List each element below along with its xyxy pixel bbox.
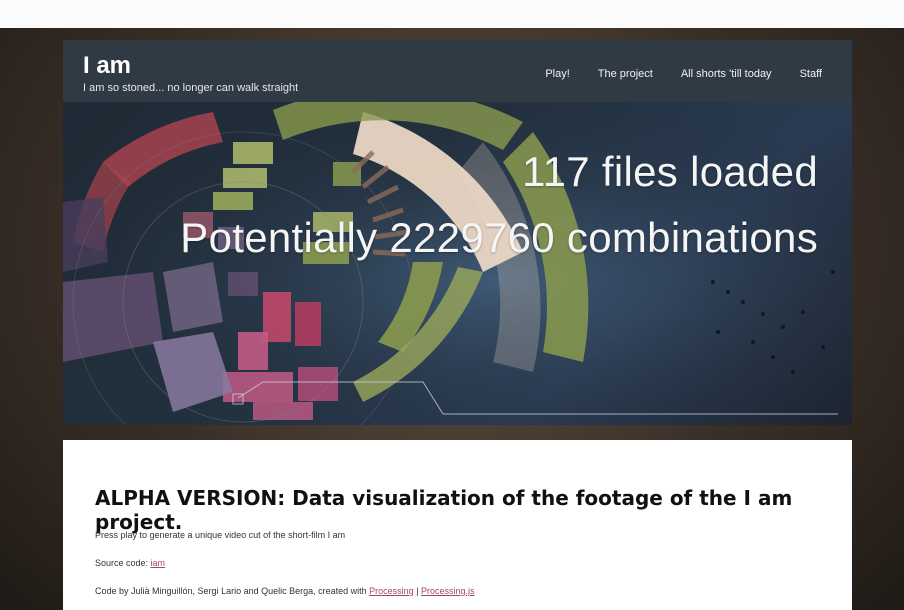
- brand-title[interactable]: I am: [83, 52, 131, 80]
- source-code-label: Source code:: [95, 558, 151, 568]
- credits-line: Code by Julià Minguillón, Sergi Lario an…: [95, 586, 475, 596]
- nav-all-shorts[interactable]: All shorts 'till today: [681, 68, 772, 80]
- nav-the-project[interactable]: The project: [598, 68, 653, 80]
- source-code-line: Source code: iam: [95, 558, 165, 568]
- combinations-text: Potentially 2229760 combinations: [180, 214, 818, 261]
- main-nav: Play! The project All shorts 'till today…: [545, 68, 822, 80]
- credits-text: Code by Julià Minguillón, Sergi Lario an…: [95, 586, 370, 596]
- brand-subtitle: I am so stoned... no longer can walk str…: [83, 82, 299, 94]
- files-loaded-text: 117 files loaded: [522, 148, 818, 195]
- nav-play[interactable]: Play!: [545, 68, 569, 80]
- hero-visualization: 117 files loaded Potentially 2229760 com…: [63, 102, 852, 425]
- source-code-link[interactable]: iam: [151, 558, 166, 568]
- content-panel: ALPHA VERSION: Data visualization of the…: [63, 440, 852, 610]
- page-title: ALPHA VERSION: Data visualization of the…: [95, 486, 793, 534]
- processingjs-link[interactable]: Processing.js: [421, 586, 475, 596]
- nav-staff[interactable]: Staff: [800, 68, 822, 80]
- site-header: I am I am so stoned... no longer can wal…: [63, 40, 852, 102]
- processing-link[interactable]: Processing: [369, 586, 414, 596]
- description-line: Press play to generate a unique video cu…: [95, 530, 346, 540]
- link-separator: |: [413, 586, 422, 596]
